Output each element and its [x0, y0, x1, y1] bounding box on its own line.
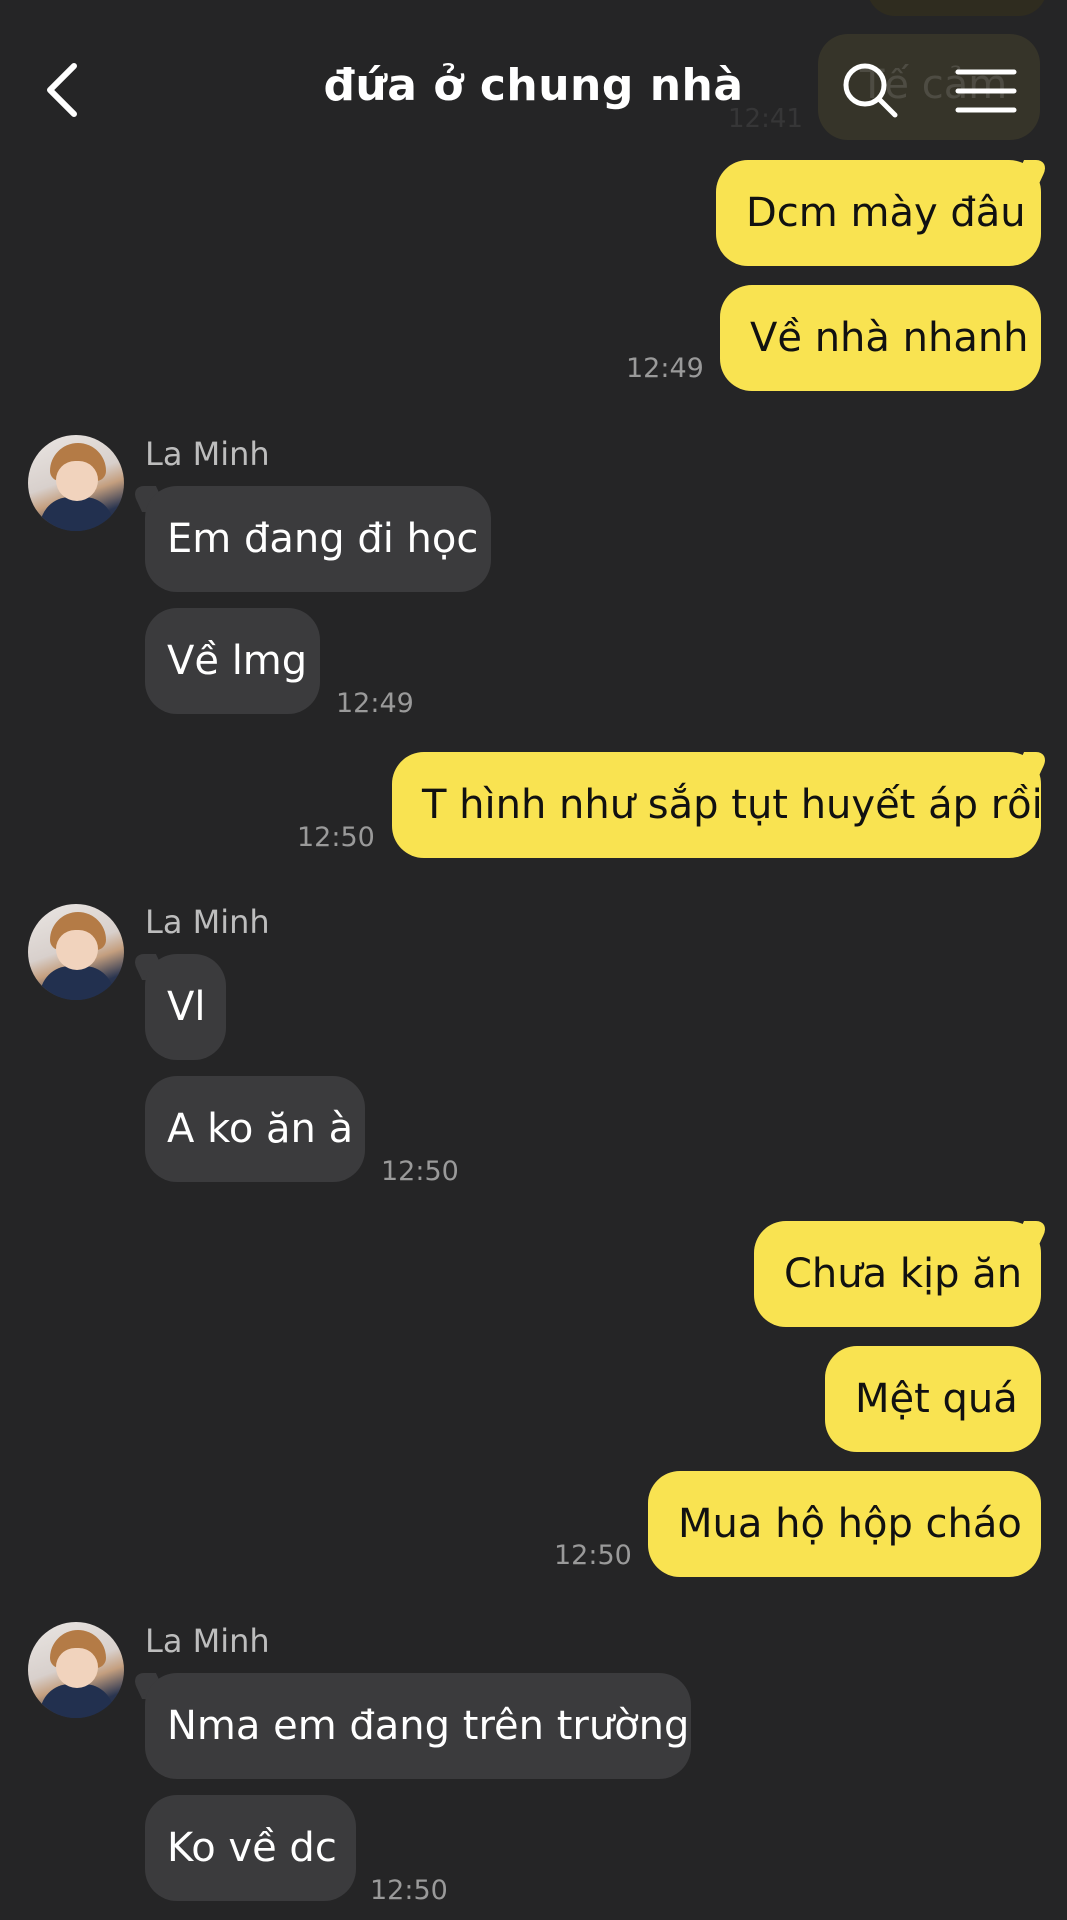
- sent-message-bubble[interactable]: Về nhà nhanh: [720, 285, 1041, 391]
- received-message-bubble[interactable]: A ko ăn à: [145, 1076, 365, 1182]
- sender-name: La Minh: [145, 903, 270, 941]
- avatar-part: [56, 930, 98, 970]
- avatar-part: [40, 497, 114, 531]
- avatar-part: [56, 1648, 98, 1688]
- avatar-part: [40, 966, 114, 1000]
- search-icon: [843, 63, 898, 118]
- menu-button[interactable]: [954, 66, 1018, 116]
- sender-name: La Minh: [145, 435, 270, 473]
- avatar-icon[interactable]: [28, 435, 124, 531]
- avatar-icon[interactable]: [28, 904, 124, 1000]
- message-time: 12:50: [554, 1540, 632, 1571]
- avatar-icon[interactable]: [28, 1622, 124, 1718]
- sent-message-bubble[interactable]: Mua hộ hộp cháo: [648, 1471, 1041, 1577]
- menu-icon: [955, 69, 1017, 113]
- sent-message-bubble[interactable]: Dcm mày đâu: [716, 160, 1041, 266]
- message-time: 12:50: [297, 822, 375, 853]
- received-message-bubble[interactable]: Về lmg: [145, 608, 320, 714]
- message-time: 12:50: [370, 1875, 448, 1906]
- message-time: 12:49: [336, 688, 414, 719]
- search-button[interactable]: [840, 60, 900, 120]
- message-time: 12:50: [381, 1156, 459, 1187]
- avatar-part: [40, 1684, 114, 1718]
- sender-name: La Minh: [145, 1622, 270, 1660]
- received-message-bubble[interactable]: Nma em đang trên trường: [145, 1673, 691, 1779]
- chat-title: đứa ở chung nhà: [323, 60, 744, 111]
- sent-message-bubble[interactable]: Mệt quá: [825, 1346, 1041, 1452]
- message-time: 12:49: [626, 353, 704, 384]
- sent-message-bubble[interactable]: Chưa kịp ăn: [754, 1221, 1041, 1327]
- received-message-bubble[interactable]: Vl: [145, 954, 226, 1060]
- scrolled-bubble-remnant: [867, 0, 1047, 16]
- chat-header: Tế cảm 12:41 đứa ở chung nhà: [0, 0, 1067, 180]
- received-message-bubble[interactable]: Em đang đi học: [145, 486, 491, 592]
- sent-message-bubble[interactable]: T hình như sắp tụt huyết áp rồi: [392, 752, 1043, 858]
- avatar-part: [56, 461, 98, 501]
- received-message-bubble[interactable]: Ko về dc: [145, 1795, 356, 1901]
